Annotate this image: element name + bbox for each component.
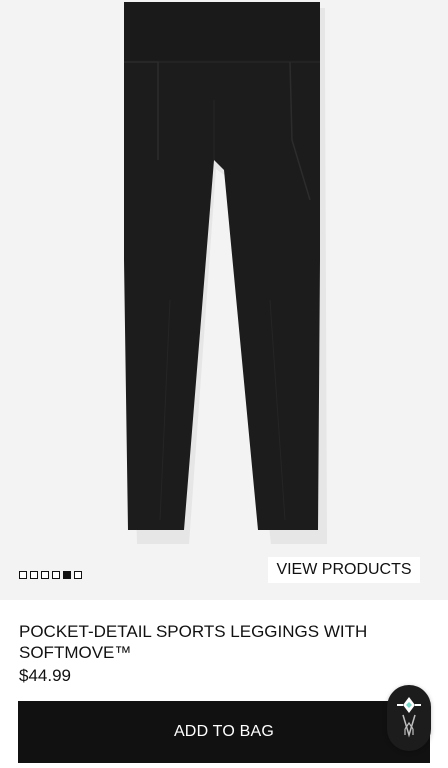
carousel-dot[interactable] (19, 571, 27, 579)
carousel-dot[interactable] (41, 571, 49, 579)
carousel-dot[interactable] (30, 571, 38, 579)
view-products-button[interactable]: VIEW PRODUCTS (268, 557, 420, 583)
add-to-bag-button[interactable]: ADD TO BAG (18, 701, 430, 763)
product-price: $44.99 (19, 666, 71, 685)
carousel-indicator[interactable] (19, 571, 82, 579)
leggings-image (124, 2, 327, 544)
carousel-dot[interactable] (52, 571, 60, 579)
assistant-button[interactable] (387, 685, 431, 751)
product-image-area[interactable] (0, 0, 448, 600)
product-title: POCKET-DETAIL SPORTS LEGGINGS WITH SOFTM… (19, 622, 368, 662)
carousel-dot[interactable] (63, 571, 71, 579)
assistant-logo-icon (397, 697, 421, 738)
carousel-dot[interactable] (74, 571, 82, 579)
